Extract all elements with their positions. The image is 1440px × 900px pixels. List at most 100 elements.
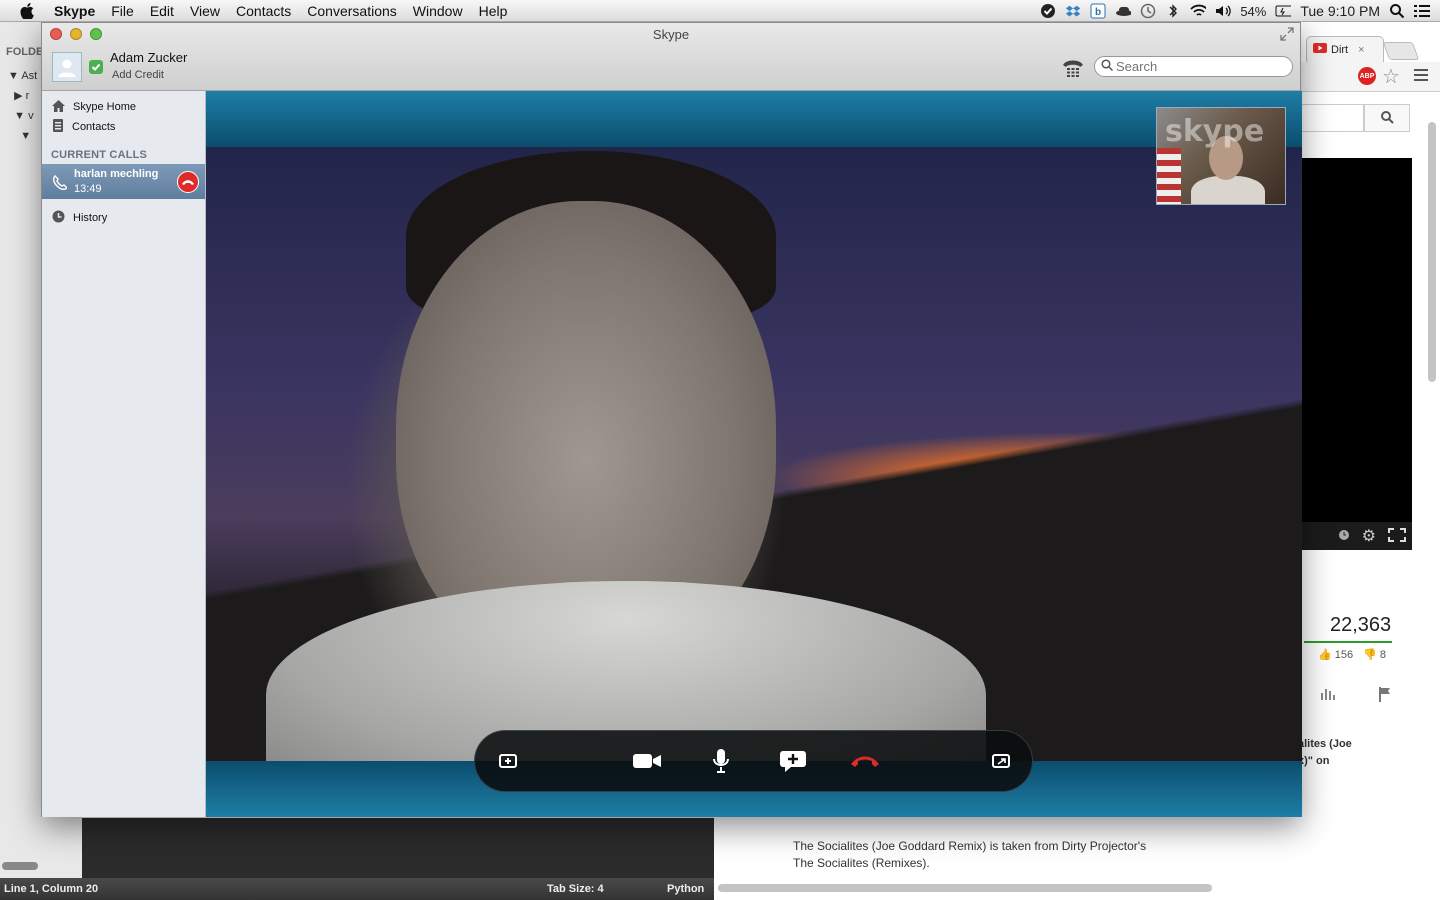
skype-window: Skype Adam Zucker Add Credit Skype Home … [41, 22, 1302, 817]
dropbox-icon[interactable] [1065, 3, 1081, 19]
share-screen-icon [499, 753, 517, 771]
video-actions [1320, 686, 1392, 705]
folder-tree-item[interactable]: ▶ r [8, 86, 37, 106]
browser-horizontal-scrollbar[interactable] [718, 884, 1212, 892]
tab-size[interactable]: Tab Size: 4 [547, 883, 604, 895]
description-line: The Socialites (Remixes). [793, 856, 930, 870]
sidebar-item-label: History [73, 212, 108, 224]
folders-header: FOLDE [6, 46, 44, 58]
sidebar-item-label: Skype Home [73, 101, 136, 113]
dial-pad-icon[interactable] [1060, 57, 1086, 79]
youtube-search-button[interactable] [1364, 104, 1410, 132]
folder-tree-item[interactable]: ▼ Ast [8, 66, 37, 86]
adblock-icon[interactable]: ABP [1358, 67, 1376, 85]
menu-contacts[interactable]: Contacts [228, 3, 299, 19]
apple-icon[interactable] [18, 2, 36, 20]
browser-tab-strip: Dirt × [1298, 28, 1440, 62]
hat-icon[interactable] [1115, 3, 1132, 19]
description-fragment-line: alites (Joe [1298, 738, 1352, 750]
add-participant-button[interactable] [778, 748, 808, 776]
video-player[interactable] [1298, 158, 1412, 550]
search-input[interactable] [1116, 59, 1286, 74]
like-button[interactable]: 👍 156 [1318, 648, 1353, 661]
avatar[interactable] [52, 52, 82, 82]
thumbs-up-icon: 👍 [1318, 649, 1332, 661]
clock[interactable]: Tue 9:10 PM [1300, 3, 1380, 19]
bookmark-star-icon[interactable]: ☆ [1382, 64, 1400, 89]
browser-tab[interactable]: Dirt × [1306, 36, 1384, 62]
menu-help[interactable]: Help [471, 3, 516, 19]
new-tab-button[interactable] [1382, 42, 1420, 60]
menu-conversations[interactable]: Conversations [299, 3, 405, 19]
menu-edit[interactable]: Edit [142, 3, 182, 19]
video-call-area[interactable]: skype [206, 91, 1302, 817]
search-field[interactable] [1094, 56, 1293, 77]
sidebar-item-history[interactable]: History [42, 208, 205, 228]
wifi-icon[interactable] [1190, 3, 1207, 19]
browser-vertical-scrollbar[interactable] [1428, 122, 1436, 382]
folder-tree-item[interactable]: ▼ [8, 126, 37, 146]
video-top-band [206, 91, 1302, 147]
mute-microphone-button[interactable] [706, 748, 736, 776]
sidebar-hang-up-button[interactable] [177, 171, 199, 193]
skype-title-bar: Skype Adam Zucker Add Credit [42, 23, 1300, 91]
notification-list-icon[interactable] [1414, 3, 1430, 19]
menu-file[interactable]: File [103, 3, 142, 19]
description-fragment: alites (Joe x)" on [1298, 736, 1352, 770]
statistics-icon[interactable] [1320, 686, 1336, 705]
volume-icon[interactable] [1215, 3, 1232, 19]
bing-icon[interactable]: b [1090, 3, 1106, 19]
dislike-button[interactable]: 👎 8 [1363, 648, 1386, 661]
youtube-icon [1313, 43, 1327, 56]
editor-scrollbar[interactable] [2, 862, 38, 870]
hang-up-icon [849, 754, 881, 771]
self-view-torso [1191, 176, 1265, 204]
folder-tree-item[interactable]: ▼ v [8, 106, 37, 126]
sidebar-item-label: Contacts [72, 121, 116, 133]
thumbs-down-icon: 👎 [1363, 649, 1377, 661]
fullscreen-window-icon[interactable] [1280, 27, 1294, 41]
call-contact-name: harlan mechling [74, 168, 159, 180]
expand-icon [992, 753, 1010, 771]
checkmark-app-icon[interactable] [1040, 3, 1056, 19]
microphone-icon [711, 748, 731, 777]
end-call-button[interactable] [847, 748, 883, 776]
video-toggle-button[interactable] [629, 748, 665, 776]
editor-minimap-area [82, 818, 714, 878]
time-machine-icon[interactable] [1140, 3, 1156, 19]
like-count: 156 [1334, 649, 1354, 661]
add-credit-link[interactable]: Add Credit [112, 69, 164, 81]
settings-gear-icon[interactable]: ⚙ [1362, 526, 1376, 546]
menu-window[interactable]: Window [405, 3, 471, 19]
current-calls-header: CURRENT CALLS [51, 149, 148, 161]
user-name[interactable]: Adam Zucker [110, 50, 187, 65]
sidebar-item-contacts[interactable]: Contacts [42, 117, 205, 137]
fullscreen-icon[interactable] [1388, 527, 1406, 545]
menu-view[interactable]: View [182, 3, 228, 19]
current-call-item[interactable]: harlan mechling 13:49 [42, 164, 205, 199]
video-camera-icon [632, 752, 662, 773]
cursor-position[interactable]: Line 1, Column 20 [4, 883, 98, 895]
online-status-icon[interactable] [89, 60, 103, 74]
sidebar-item-skype-home[interactable]: Skype Home [42, 97, 205, 117]
syntax-mode[interactable]: Python [667, 883, 704, 895]
menu-app-skype[interactable]: Skype [46, 3, 103, 19]
menu-bar: Skype File Edit View Contacts Conversati… [0, 0, 1440, 22]
folder-tree[interactable]: ▼ Ast ▶ r ▼ v ▼ [8, 66, 37, 146]
likes-row: 👍 156 👎 8 [1318, 648, 1386, 661]
skype-sidebar: Skype Home Contacts CURRENT CALLS harlan… [42, 91, 206, 817]
battery-icon[interactable] [1275, 3, 1292, 19]
active-call-icon [51, 174, 68, 191]
self-view-preview[interactable]: skype [1156, 107, 1286, 205]
watch-later-icon[interactable] [1338, 529, 1350, 544]
flag-icon[interactable] [1378, 686, 1392, 705]
expand-video-button[interactable] [986, 748, 1016, 776]
spotlight-search-icon[interactable] [1389, 3, 1405, 19]
youtube-search-input[interactable] [1298, 104, 1364, 132]
battery-percent: 54% [1240, 3, 1267, 19]
add-chat-icon [779, 749, 807, 776]
bluetooth-icon[interactable] [1165, 3, 1181, 19]
chrome-menu-icon[interactable] [1414, 68, 1428, 85]
close-tab-icon[interactable]: × [1358, 44, 1364, 56]
share-screen-button[interactable] [493, 748, 523, 776]
